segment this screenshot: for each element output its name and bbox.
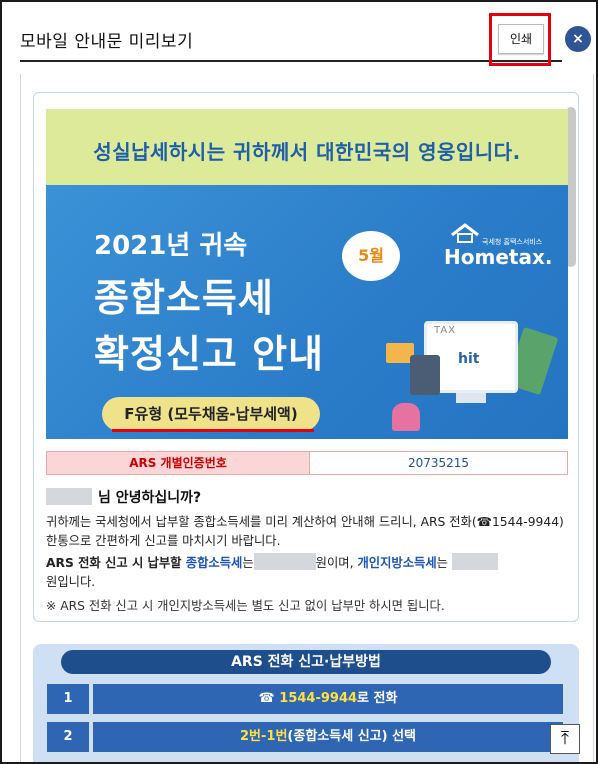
ars-method-section: ARS 전화 신고·납부방법 1 ☎ 1544-9944로 전화 2 2번-1번… [33,644,579,762]
greeting-text: 님 안녕하십니까? [98,490,202,506]
banner-main: 2021년 귀속 종합소득세 확정신고 안내 F유형 (모두채움-납부세액) 5… [46,185,568,439]
scroll-top-icon[interactable]: ⤒ [550,724,580,754]
income-tax-link: 종합소득세 [185,556,243,570]
masked-name [46,488,92,505]
monitor-logo: hit [458,351,480,367]
method-title: ARS 전화 신고·납부방법 [61,650,551,674]
local-tax-link: 개인지방소득세 [357,556,437,570]
hometax-logo: Hometax. [444,245,553,269]
plant-icon [392,403,420,431]
monitor-stand [456,393,486,403]
notice-card: 성실납세하시는 귀하께서 대한민국의 영웅입니다. 2021년 귀속 종합소득세… [33,92,579,622]
print-button[interactable]: 인쇄 [498,24,544,54]
type-underline [112,429,314,432]
preview-window: 모바일 안내문 미리보기 인쇄 × 성실납세하시는 귀하께서 대한민국의 영웅입… [0,0,598,764]
amount-lead: ARS 전화 신고 시 납부할 [46,556,186,570]
header-divider [20,60,562,62]
masked-income-tax-amount [253,553,316,570]
banner-slogan: 성실납세하시는 귀하께서 대한민국의 영웅입니다. [93,140,521,164]
content-scroll-area[interactable]: 성실납세하시는 귀하께서 대한민국의 영웅입니다. 2021년 귀속 종합소득세… [20,74,594,762]
banner-headline-1: 종합소득세 [94,276,274,320]
ars-auth-row: ARS 개별인증번호 20735215 [46,451,568,475]
step-number: 1 [47,684,89,714]
ars-auth-number: 20735215 [309,452,567,474]
phone-icon: ☎ [258,691,275,706]
step-rest: (종합소득세 신고) 선택 [287,729,416,744]
step-number: 2 [47,722,89,752]
calculator-icon [410,355,440,395]
window-title: 모바일 안내문 미리보기 [20,32,194,52]
step-text: ☎ 1544-9944로 전화 [93,684,563,714]
banner-headline-2: 확정신고 안내 [94,332,324,376]
greeting: 님 안녕하십니까? [46,487,201,507]
month-badge: 5월 [342,231,400,281]
amount-particle-1: 는 [242,556,254,570]
amount-unit-2: 원입니다. [46,575,96,589]
monitor-tax-label: TAX [434,325,457,336]
close-icon[interactable]: × [565,26,591,52]
amount-particle-2: 는 [436,556,448,570]
banner-type-pill: F유형 (모두채움-납부세액) [102,397,320,431]
window-header: 모바일 안내문 미리보기 인쇄 × [2,2,596,66]
amount-unit-1: 원이며, [315,556,358,570]
step-rest: 로 전화 [357,691,398,706]
notice-paragraph: ※ ARS 전화 신고 시 개인지방소득세는 별도 신고 없이 납부만 하시면 … [46,599,445,613]
hometax-house-icon [451,223,479,243]
masked-local-tax-amount [451,553,498,570]
step-highlight: 2번-1번 [240,729,288,744]
step-highlight: 1544-9944 [279,691,358,706]
step-text: 2번-1번(종합소득세 신고) 선택 [93,722,563,752]
banner-year: 2021년 귀속 [94,231,248,261]
intro-paragraph: 귀하께는 국세청에서 납부할 종합소득세를 미리 계산하여 안내해 드리니, A… [46,515,564,548]
ars-auth-label: ARS 개별인증번호 [47,452,309,474]
tax-banner: 성실납세하시는 귀하께서 대한민국의 영웅입니다. 2021년 귀속 종합소득세… [46,109,568,439]
amount-paragraph: ARS 전화 신고 시 납부할 종합소득세는 원이며, 개인지방소득세는 원입니다… [46,553,568,592]
